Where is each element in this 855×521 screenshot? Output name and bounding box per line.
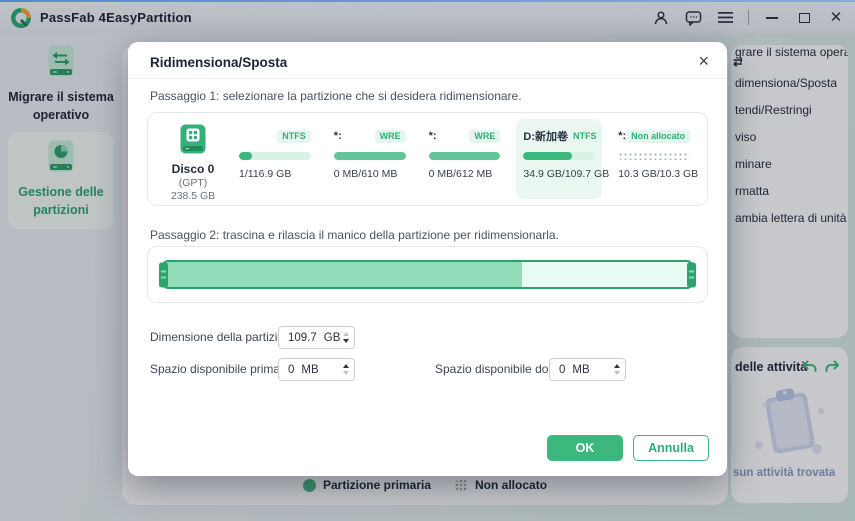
- partition-size-input[interactable]: 109.7 GB: [278, 326, 355, 349]
- slider-fill: [164, 262, 522, 287]
- partition-usage-text: 1/116.9 GB: [239, 168, 311, 180]
- partition-usage-text: 0 MB/612 MB: [429, 168, 501, 180]
- partition-usage-text: 10.3 GB/10.3 GB: [618, 168, 690, 180]
- dialog-close-icon[interactable]: ×: [694, 50, 713, 72]
- space-before-label: Spazio disponibile prima:: [150, 362, 283, 376]
- disk-scheme: (GPT): [154, 177, 232, 189]
- fs-badge: WRE: [375, 130, 406, 143]
- space-before-value: 0: [288, 364, 294, 376]
- partition-cell-3-selected[interactable]: D:新加卷NTFS 34.9 GB/109.7 GB: [516, 119, 602, 199]
- step1-text: Passaggio 1: selezionare la partizione c…: [150, 89, 522, 103]
- partition-label: *:: [429, 130, 437, 142]
- fs-badge: WRE: [469, 130, 500, 143]
- slider-right-handle[interactable]: [687, 262, 696, 287]
- partition-size-stepper[interactable]: [343, 332, 349, 343]
- partition-label: *:: [334, 130, 342, 142]
- disk-partition-strip: Disco 0 (GPT) 238.5 GB NTFS 1/116.9 GB *…: [147, 112, 708, 206]
- partition-label: D:新加卷: [523, 128, 568, 144]
- dialog-title: Ridimensiona/Sposta: [150, 55, 287, 70]
- partition-cell-4-unallocated[interactable]: *:Non allocato 10.3 GB/10.3 GB: [611, 113, 697, 205]
- slider-left-handle[interactable]: [159, 262, 168, 287]
- cancel-button[interactable]: Annulla: [633, 435, 709, 461]
- space-after-value: 0: [559, 364, 565, 376]
- partition-label: *:: [618, 130, 626, 142]
- ok-button[interactable]: OK: [547, 435, 623, 461]
- space-before-unit: MB: [301, 364, 318, 376]
- space-after-label: Spazio disponibile dopo:: [435, 362, 565, 376]
- partition-usage-bar: [618, 152, 690, 160]
- partition-usage-text: 34.9 GB/109.7 GB: [523, 168, 595, 180]
- disk-size: 238.5 GB: [154, 190, 232, 202]
- fs-badge: NTFS: [277, 130, 311, 143]
- partition-cell-0[interactable]: NTFS 1/116.9 GB: [232, 113, 318, 205]
- fs-badge: Non allocato: [626, 130, 690, 143]
- disk-name: Disco 0: [154, 162, 232, 176]
- space-after-stepper[interactable]: [614, 364, 620, 375]
- partition-usage-bar: [239, 152, 311, 160]
- resize-slider-panel: [147, 246, 708, 303]
- space-after-input[interactable]: 0 MB: [549, 358, 626, 381]
- partition-size-value: 109.7: [288, 332, 317, 344]
- app-window: PassFab 4EasyPartition: [0, 0, 855, 521]
- dialog-header-divider: [128, 78, 727, 79]
- space-before-input[interactable]: 0 MB: [278, 358, 355, 381]
- partition-usage-text: 0 MB/610 MB: [334, 168, 406, 180]
- space-after-unit: MB: [572, 364, 589, 376]
- resize-slider[interactable]: [162, 260, 693, 289]
- partition-usage-bar: [334, 152, 406, 160]
- partition-cell-2[interactable]: *: WRE 0 MB/612 MB: [422, 113, 508, 205]
- partition-usage-bar: [429, 152, 501, 160]
- fs-badge: NTFS: [568, 130, 602, 143]
- step2-text: Passaggio 2: trascina e rilascia il mani…: [150, 228, 559, 242]
- partition-cell-1[interactable]: *: WRE 0 MB/610 MB: [327, 113, 413, 205]
- partition-cells: NTFS 1/116.9 GB *: WRE 0 MB/610 MB *: WRE …: [232, 113, 697, 205]
- resize-move-dialog: Ridimensiona/Sposta × Passaggio 1: selez…: [128, 42, 727, 476]
- disk-info: Disco 0 (GPT) 238.5 GB: [154, 113, 232, 205]
- partition-usage-bar: [523, 152, 595, 160]
- space-before-stepper[interactable]: [343, 364, 349, 375]
- disk-icon: [180, 124, 206, 154]
- partition-size-unit: GB: [324, 332, 341, 344]
